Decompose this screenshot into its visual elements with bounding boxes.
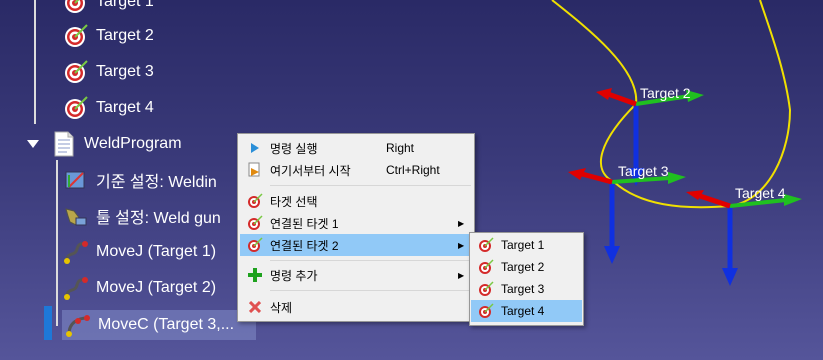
menu-item-select-target[interactable]: 타겟 선택 [240, 190, 472, 212]
menu-item-start-from-here[interactable]: 여기서부터 시작 Ctrl+Right [240, 159, 472, 181]
movej-icon [62, 274, 90, 302]
menu-separator [270, 290, 471, 291]
target-icon [471, 303, 501, 319]
target-icon [240, 193, 270, 209]
menu-item-linked-target-2[interactable]: 연결된 타겟 2 ▶ [240, 234, 472, 256]
tree-item-movec[interactable]: MoveC (Target 3,... [62, 310, 256, 340]
tree-item-target-4[interactable]: Target 4 [62, 94, 154, 122]
tree-item-target-1[interactable]: Target 1 [62, 0, 154, 16]
submenu-item-target-3[interactable]: Target 3 [471, 278, 582, 300]
frame-icon [62, 166, 90, 194]
menu-item-linked-target-1[interactable]: 연결된 타겟 1 ▶ [240, 212, 472, 234]
tree-line [56, 160, 58, 326]
tree-item-tool-setting[interactable]: 툴 설정: Weld gun [62, 202, 221, 230]
tree-item-target-2[interactable]: Target 2 [62, 22, 154, 50]
target-icon [471, 237, 501, 253]
menu-item-run-command[interactable]: 명령 실행 Right [240, 137, 472, 159]
scene-label-target-4: Target 4 [735, 185, 786, 201]
tree-item-frame-setting[interactable]: 기준 설정: Weldin [62, 166, 217, 194]
submenu-item-target-2[interactable]: Target 2 [471, 256, 582, 278]
expand-arrow-icon[interactable] [26, 139, 42, 149]
menu-item-delete[interactable]: 삭제 [240, 296, 472, 318]
tree-item-label: MoveJ (Target 1) [96, 243, 217, 260]
tree-item-label: Target 2 [96, 27, 154, 44]
tree-item-label: MoveC (Target 3,... [98, 316, 235, 333]
tree-item-label: Target 4 [96, 99, 154, 116]
linked-target-submenu: Target 1 Target 2 Target 3 Target 4 [469, 232, 584, 326]
tree-item-movej-2[interactable]: MoveJ (Target 2) [62, 274, 216, 302]
submenu-item-target-1[interactable]: Target 1 [471, 234, 582, 256]
submenu-item-target-4[interactable]: Target 4 [471, 300, 582, 322]
scene-label-target-3: Target 3 [618, 163, 669, 179]
tool-icon [62, 202, 90, 230]
menu-separator [270, 260, 471, 261]
tree-item-label: Target 3 [96, 63, 154, 80]
tree-item-label: 툴 설정: Weld gun [96, 210, 221, 227]
menu-item-add-command[interactable]: 명령 추가 ▶ [240, 264, 472, 286]
menu-separator [270, 185, 471, 186]
tree-item-label: 기준 설정: Weldin [96, 174, 217, 191]
scene-label-target-2: Target 2 [640, 85, 691, 101]
target-icon [471, 259, 501, 275]
tree-line [34, 0, 36, 124]
selection-marker [44, 306, 52, 340]
tree-item-movej-1[interactable]: MoveJ (Target 1) [62, 238, 216, 266]
plus-icon [240, 268, 270, 282]
tree-item-program[interactable]: WeldProgram [26, 130, 182, 158]
tree-item-target-3[interactable]: Target 3 [62, 58, 154, 86]
target-icon [62, 94, 90, 122]
movec-icon [64, 311, 92, 339]
submenu-arrow-icon: ▶ [458, 218, 465, 228]
target-icon [62, 58, 90, 86]
target-3-frame [568, 168, 686, 264]
start-here-icon [240, 162, 270, 178]
play-icon [240, 143, 270, 153]
delete-icon [240, 301, 270, 313]
target-icon [240, 237, 270, 253]
tree-item-label: WeldProgram [84, 135, 182, 152]
target-icon [62, 0, 90, 16]
tree-item-label: MoveJ (Target 2) [96, 279, 217, 296]
target-4-frame [686, 190, 802, 286]
target-icon [62, 22, 90, 50]
context-menu: 명령 실행 Right 여기서부터 시작 Ctrl+Right 타겟 선택 연결… [237, 133, 475, 322]
tree-item-label: Target 1 [96, 0, 154, 10]
document-icon [50, 130, 78, 158]
target-icon [240, 215, 270, 231]
target-icon [471, 281, 501, 297]
movej-icon [62, 238, 90, 266]
